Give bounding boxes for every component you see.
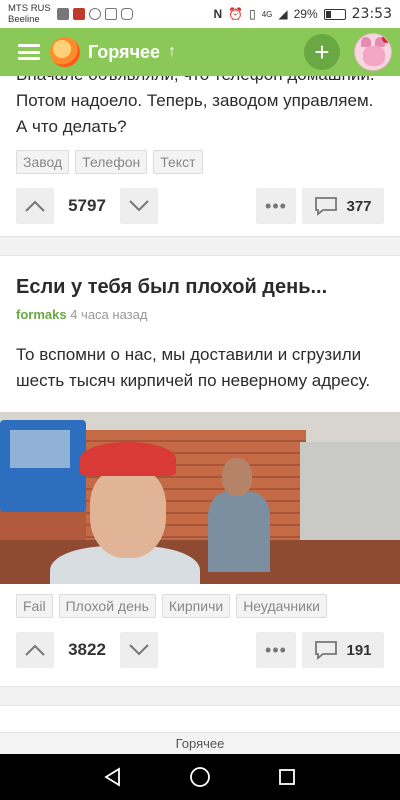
downvote-button[interactable] <box>120 188 158 224</box>
chevron-down-icon <box>129 644 149 656</box>
comments-count: 377 <box>346 197 372 215</box>
battery-percent: 29% <box>293 7 318 21</box>
back-button[interactable] <box>101 765 125 789</box>
tag[interactable]: Текст <box>153 150 203 174</box>
upvote-button[interactable] <box>16 632 54 668</box>
carrier-info: MTS RUS Beeline <box>8 3 51 25</box>
battery-icon <box>323 8 346 20</box>
app-notification-icon <box>72 8 85 20</box>
carrier-1: MTS RUS <box>8 3 51 14</box>
status-right: N ⏰ ▯ 4G ◢ 29% 23:53 <box>213 6 392 22</box>
post-text-line: То вспомни о нас, мы доставили и сгрузил… <box>16 345 362 364</box>
comments-button[interactable]: 191 <box>302 632 384 668</box>
menu-icon[interactable] <box>18 44 40 60</box>
comments-count: 191 <box>346 641 372 659</box>
comment-icon <box>315 641 338 660</box>
post-divider <box>0 686 400 706</box>
vibrate-icon: ▯ <box>249 7 256 21</box>
more-options-button[interactable]: ••• <box>256 188 296 224</box>
post-text-line: Потом надоело. Теперь, заводом управляем… <box>16 91 374 110</box>
instagram-icon <box>120 8 133 20</box>
author-link[interactable]: formaks <box>16 307 67 322</box>
post-actions: 5797 ••• 377 <box>16 188 384 224</box>
tag[interactable]: Неудачники <box>236 594 327 618</box>
post-divider <box>0 236 400 256</box>
alarm-icon: ⏰ <box>228 7 244 21</box>
post-meta: formaks 4 часа назад <box>16 307 384 322</box>
chevron-down-icon <box>129 200 149 212</box>
app-logo[interactable] <box>50 37 80 67</box>
avatar[interactable] <box>354 33 392 71</box>
post-card: Если у тебя был плохой день... formaks 4… <box>0 276 400 394</box>
signal-icon: ◢ <box>278 7 288 21</box>
chevron-up-icon <box>25 200 45 212</box>
arrow-up-icon[interactable]: ↑ <box>168 43 176 61</box>
post-time: 4 часа назад <box>70 307 148 322</box>
post-actions: 3822 ••• 191 <box>16 632 384 668</box>
post-text: Вначале объявляли, что телефон домашний.… <box>16 76 384 140</box>
tag[interactable]: Телефон <box>75 150 148 174</box>
nfc-icon: N <box>213 7 223 21</box>
more-options-button[interactable]: ••• <box>256 632 296 668</box>
post-footer: Fail Плохой день Кирпичи Неудачники 3822… <box>0 594 400 668</box>
comments-button[interactable]: 377 <box>302 188 384 224</box>
add-post-button[interactable]: + <box>304 34 340 70</box>
home-button[interactable] <box>188 765 212 789</box>
tag[interactable]: Fail <box>16 594 53 618</box>
feed[interactable]: Вначале объявляли, что телефон домашний.… <box>0 76 400 732</box>
post-text-line: Вначале объявляли, что телефон домашний. <box>16 76 384 88</box>
post-text-line: шесть тысяч кирпичей по неверному адресу… <box>16 371 371 390</box>
carrier-2: Beeline <box>8 14 40 25</box>
post-image[interactable] <box>0 412 400 584</box>
rating-value: 3822 <box>68 640 106 659</box>
downvote-button[interactable] <box>120 632 158 668</box>
clock: 23:53 <box>351 6 392 22</box>
tag[interactable]: Завод <box>16 150 70 174</box>
message-icon <box>56 8 69 20</box>
post-title[interactable]: Если у тебя был плохой день... <box>16 276 384 299</box>
post-card: Вначале объявляли, что телефон домашний.… <box>0 76 400 224</box>
system-nav-bar <box>0 754 400 800</box>
recents-square-icon <box>278 769 295 785</box>
status-bar: MTS RUS Beeline N ⏰ ▯ 4G ◢ 29% 23:53 <box>0 0 400 28</box>
chevron-up-icon <box>25 644 45 656</box>
back-triangle-icon <box>104 767 121 787</box>
app-bar: Горячее ↑ + <box>0 28 400 76</box>
notification-dot <box>382 34 391 43</box>
gallery-icon <box>104 8 117 20</box>
home-circle-icon <box>190 767 210 787</box>
rating-value: 5797 <box>68 196 106 215</box>
tag-list: Fail Плохой день Кирпичи Неудачники <box>16 594 384 618</box>
network-type: 4G <box>261 9 273 19</box>
post-text-line: А что делать? <box>16 117 127 136</box>
tag-list: Завод Телефон Текст <box>16 150 384 174</box>
current-section-label[interactable]: Горячее <box>0 732 400 754</box>
post-text: То вспомни о нас, мы доставили и сгрузил… <box>16 342 384 394</box>
feed-title[interactable]: Горячее <box>88 42 160 63</box>
browser-icon <box>88 8 101 20</box>
upvote-button[interactable] <box>16 188 54 224</box>
notification-icons <box>56 8 133 20</box>
tag[interactable]: Плохой день <box>58 594 156 618</box>
more-icon: ••• <box>265 639 287 660</box>
more-icon: ••• <box>265 195 287 216</box>
comment-icon <box>315 197 338 216</box>
tag[interactable]: Кирпичи <box>161 594 231 618</box>
recents-button[interactable] <box>275 765 299 789</box>
